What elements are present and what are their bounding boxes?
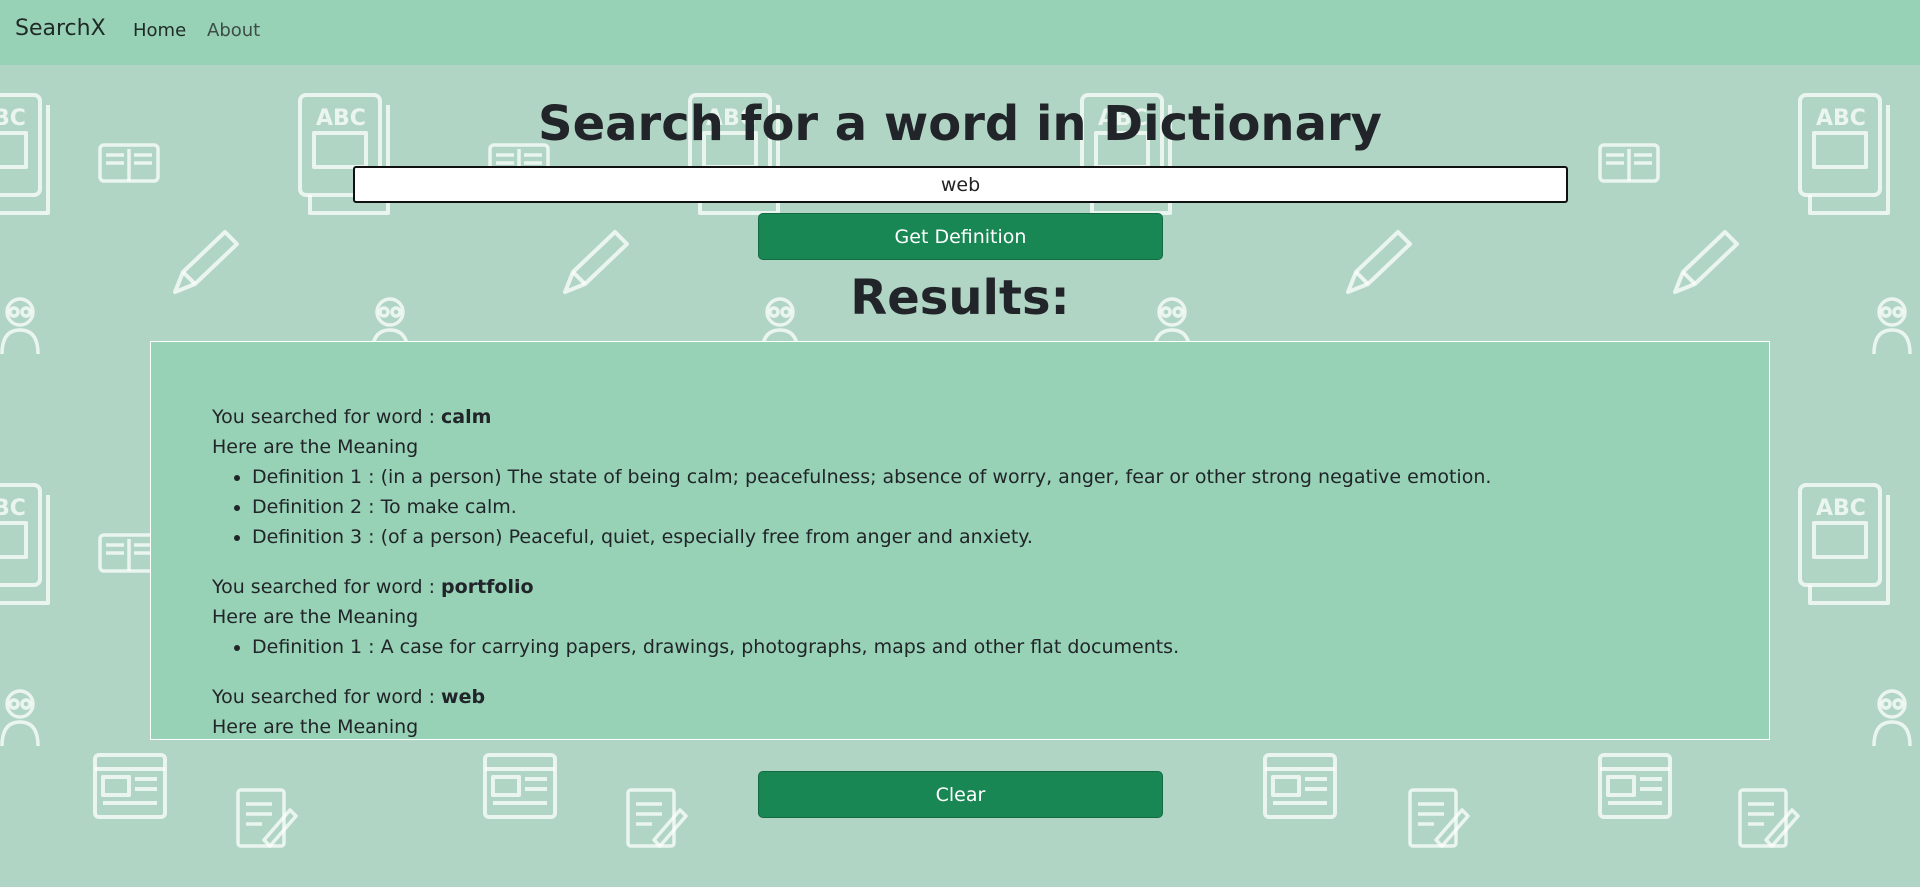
- results-title: Results:: [850, 270, 1070, 326]
- nav-link-about[interactable]: About: [207, 20, 260, 41]
- searched-word-line: You searched for word : calm: [212, 402, 1749, 432]
- result-entry: You searched for word : web Here are the …: [212, 682, 1749, 739]
- result-entry: You searched for word : calm Here are the…: [212, 402, 1749, 552]
- brand-logo[interactable]: SearchX: [15, 16, 106, 41]
- definition-item: Definition 1 : A case for carrying paper…: [252, 632, 1749, 662]
- searched-word: web: [441, 686, 486, 708]
- searched-word-line: You searched for word : web: [212, 682, 1749, 712]
- meaning-label: Here are the Meaning: [212, 436, 419, 458]
- navbar: SearchX Home About: [0, 0, 1920, 65]
- searched-word: portfolio: [441, 576, 534, 598]
- searched-word: calm: [441, 406, 492, 428]
- meaning-label: Here are the Meaning: [212, 606, 419, 628]
- definition-list: Definition 1 : A case for carrying paper…: [212, 632, 1749, 662]
- searched-word-line: You searched for word : portfolio: [212, 572, 1749, 602]
- searched-word-prefix: You searched for word :: [212, 406, 442, 428]
- meaning-label: Here are the Meaning: [212, 716, 419, 738]
- get-definition-button[interactable]: Get Definition: [758, 213, 1163, 260]
- definition-item: Definition 2 : To make calm.: [252, 492, 1749, 522]
- results-panel[interactable]: You searched for word : calm Here are the…: [150, 341, 1770, 740]
- definition-item: Definition 1 : (in a person) The state o…: [252, 462, 1749, 492]
- clear-button[interactable]: Clear: [758, 771, 1163, 818]
- search-input[interactable]: [353, 166, 1568, 203]
- searched-word-prefix: You searched for word :: [212, 686, 442, 708]
- results-list: You searched for word : calm Here are the…: [212, 402, 1749, 739]
- definition-list: Definition 1 : (in a person) The state o…: [212, 462, 1749, 552]
- definition-item: Definition 3 : (of a person) Peaceful, q…: [252, 522, 1749, 552]
- searched-word-prefix: You searched for word :: [212, 576, 442, 598]
- page-title: Search for a word in Dictionary: [538, 96, 1382, 152]
- result-entry: You searched for word : portfolio Here ar…: [212, 572, 1749, 662]
- nav-link-home[interactable]: Home: [133, 20, 186, 41]
